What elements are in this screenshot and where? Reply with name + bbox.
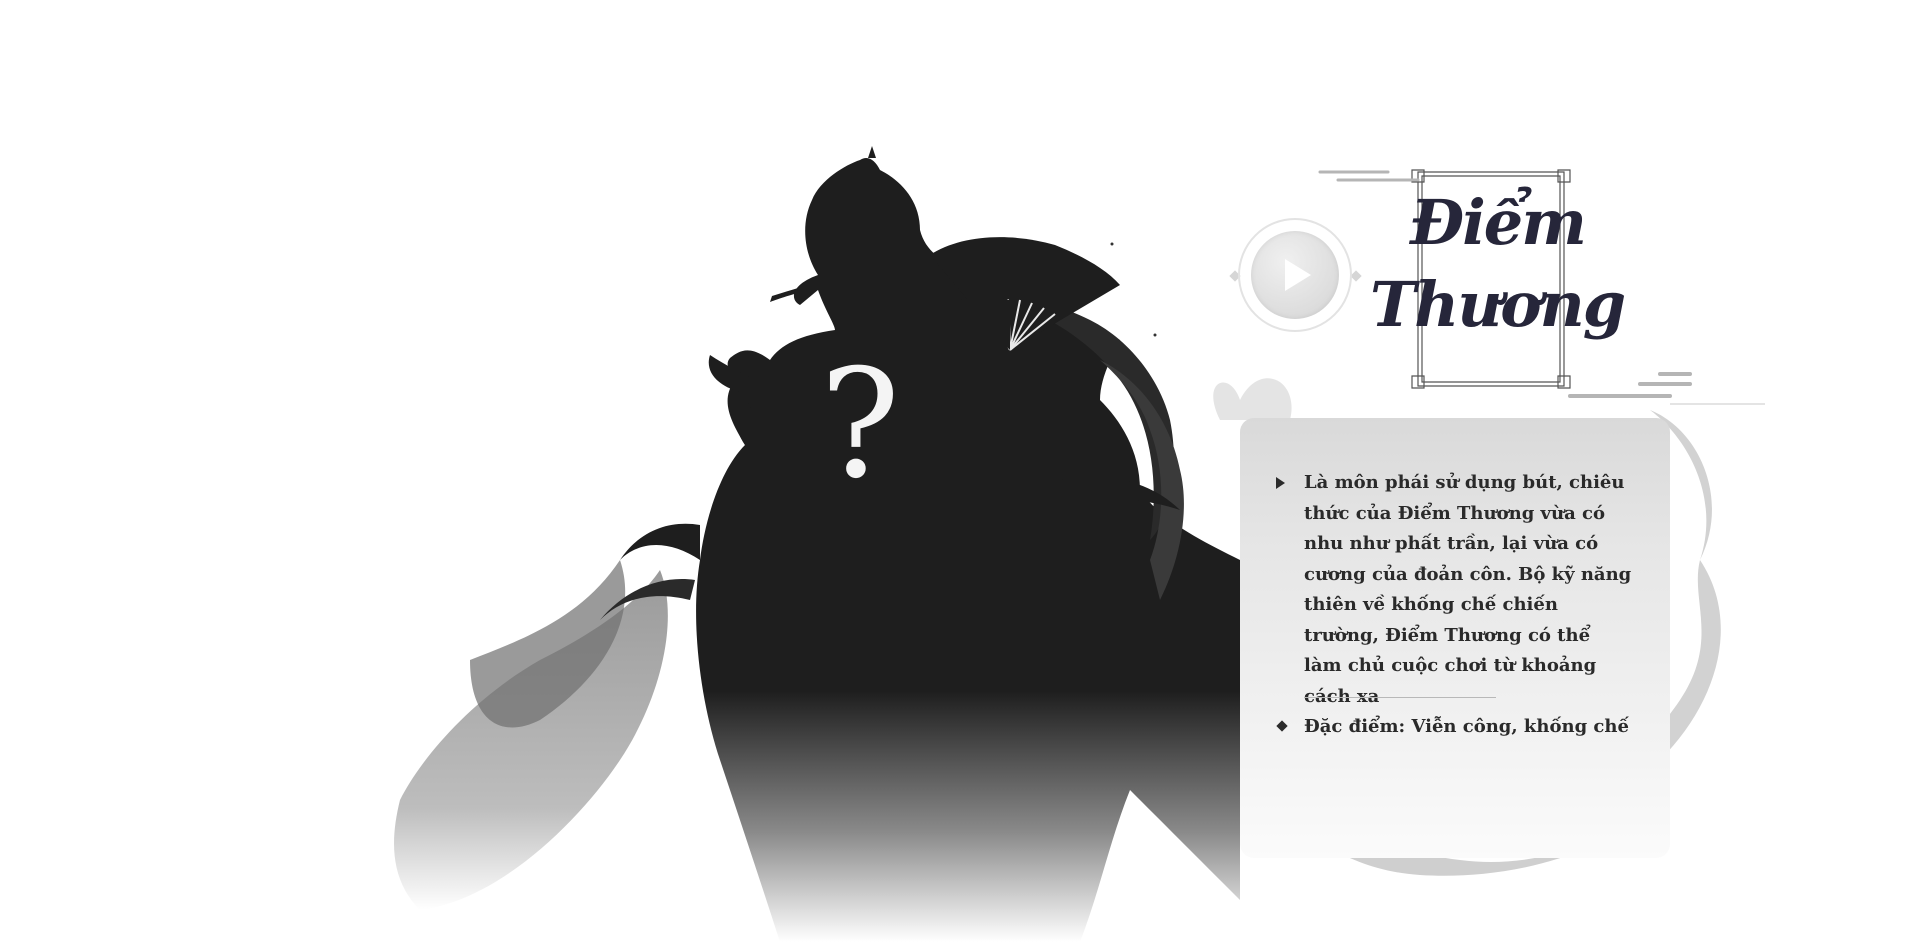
character-feature: Đặc điểm: Viễn công, khống chế <box>1304 716 1629 737</box>
play-triangle-icon <box>1285 259 1311 291</box>
character-showcase: ? Điểm Thương Là môn phái sử dụng bút, c… <box>0 0 1920 942</box>
mystery-question-mark: ? <box>819 338 901 512</box>
title-line-2: Thương <box>1370 268 1626 341</box>
feature-row: Đặc điểm: Viễn công, khống chế <box>1272 712 1632 743</box>
play-button[interactable] <box>1238 218 1352 332</box>
cloud-ornament-bottom <box>1568 372 1765 405</box>
play-icon <box>1251 231 1339 319</box>
diamond-bullet-icon <box>1276 720 1288 732</box>
arrow-bullet-icon <box>1276 477 1285 489</box>
feature-block: Đặc điểm: Viễn công, khống chế <box>1272 712 1632 743</box>
title-line-1: Điểm <box>1410 186 1587 259</box>
panel-divider <box>1304 697 1496 698</box>
description-block: Là môn phái sử dụng bút, chiêu thức của … <box>1272 468 1632 712</box>
character-title: Điểm Thương <box>1370 182 1626 346</box>
description-row: Là môn phái sử dụng bút, chiêu thức của … <box>1272 468 1632 712</box>
character-description: Là môn phái sử dụng bút, chiêu thức của … <box>1304 472 1632 707</box>
